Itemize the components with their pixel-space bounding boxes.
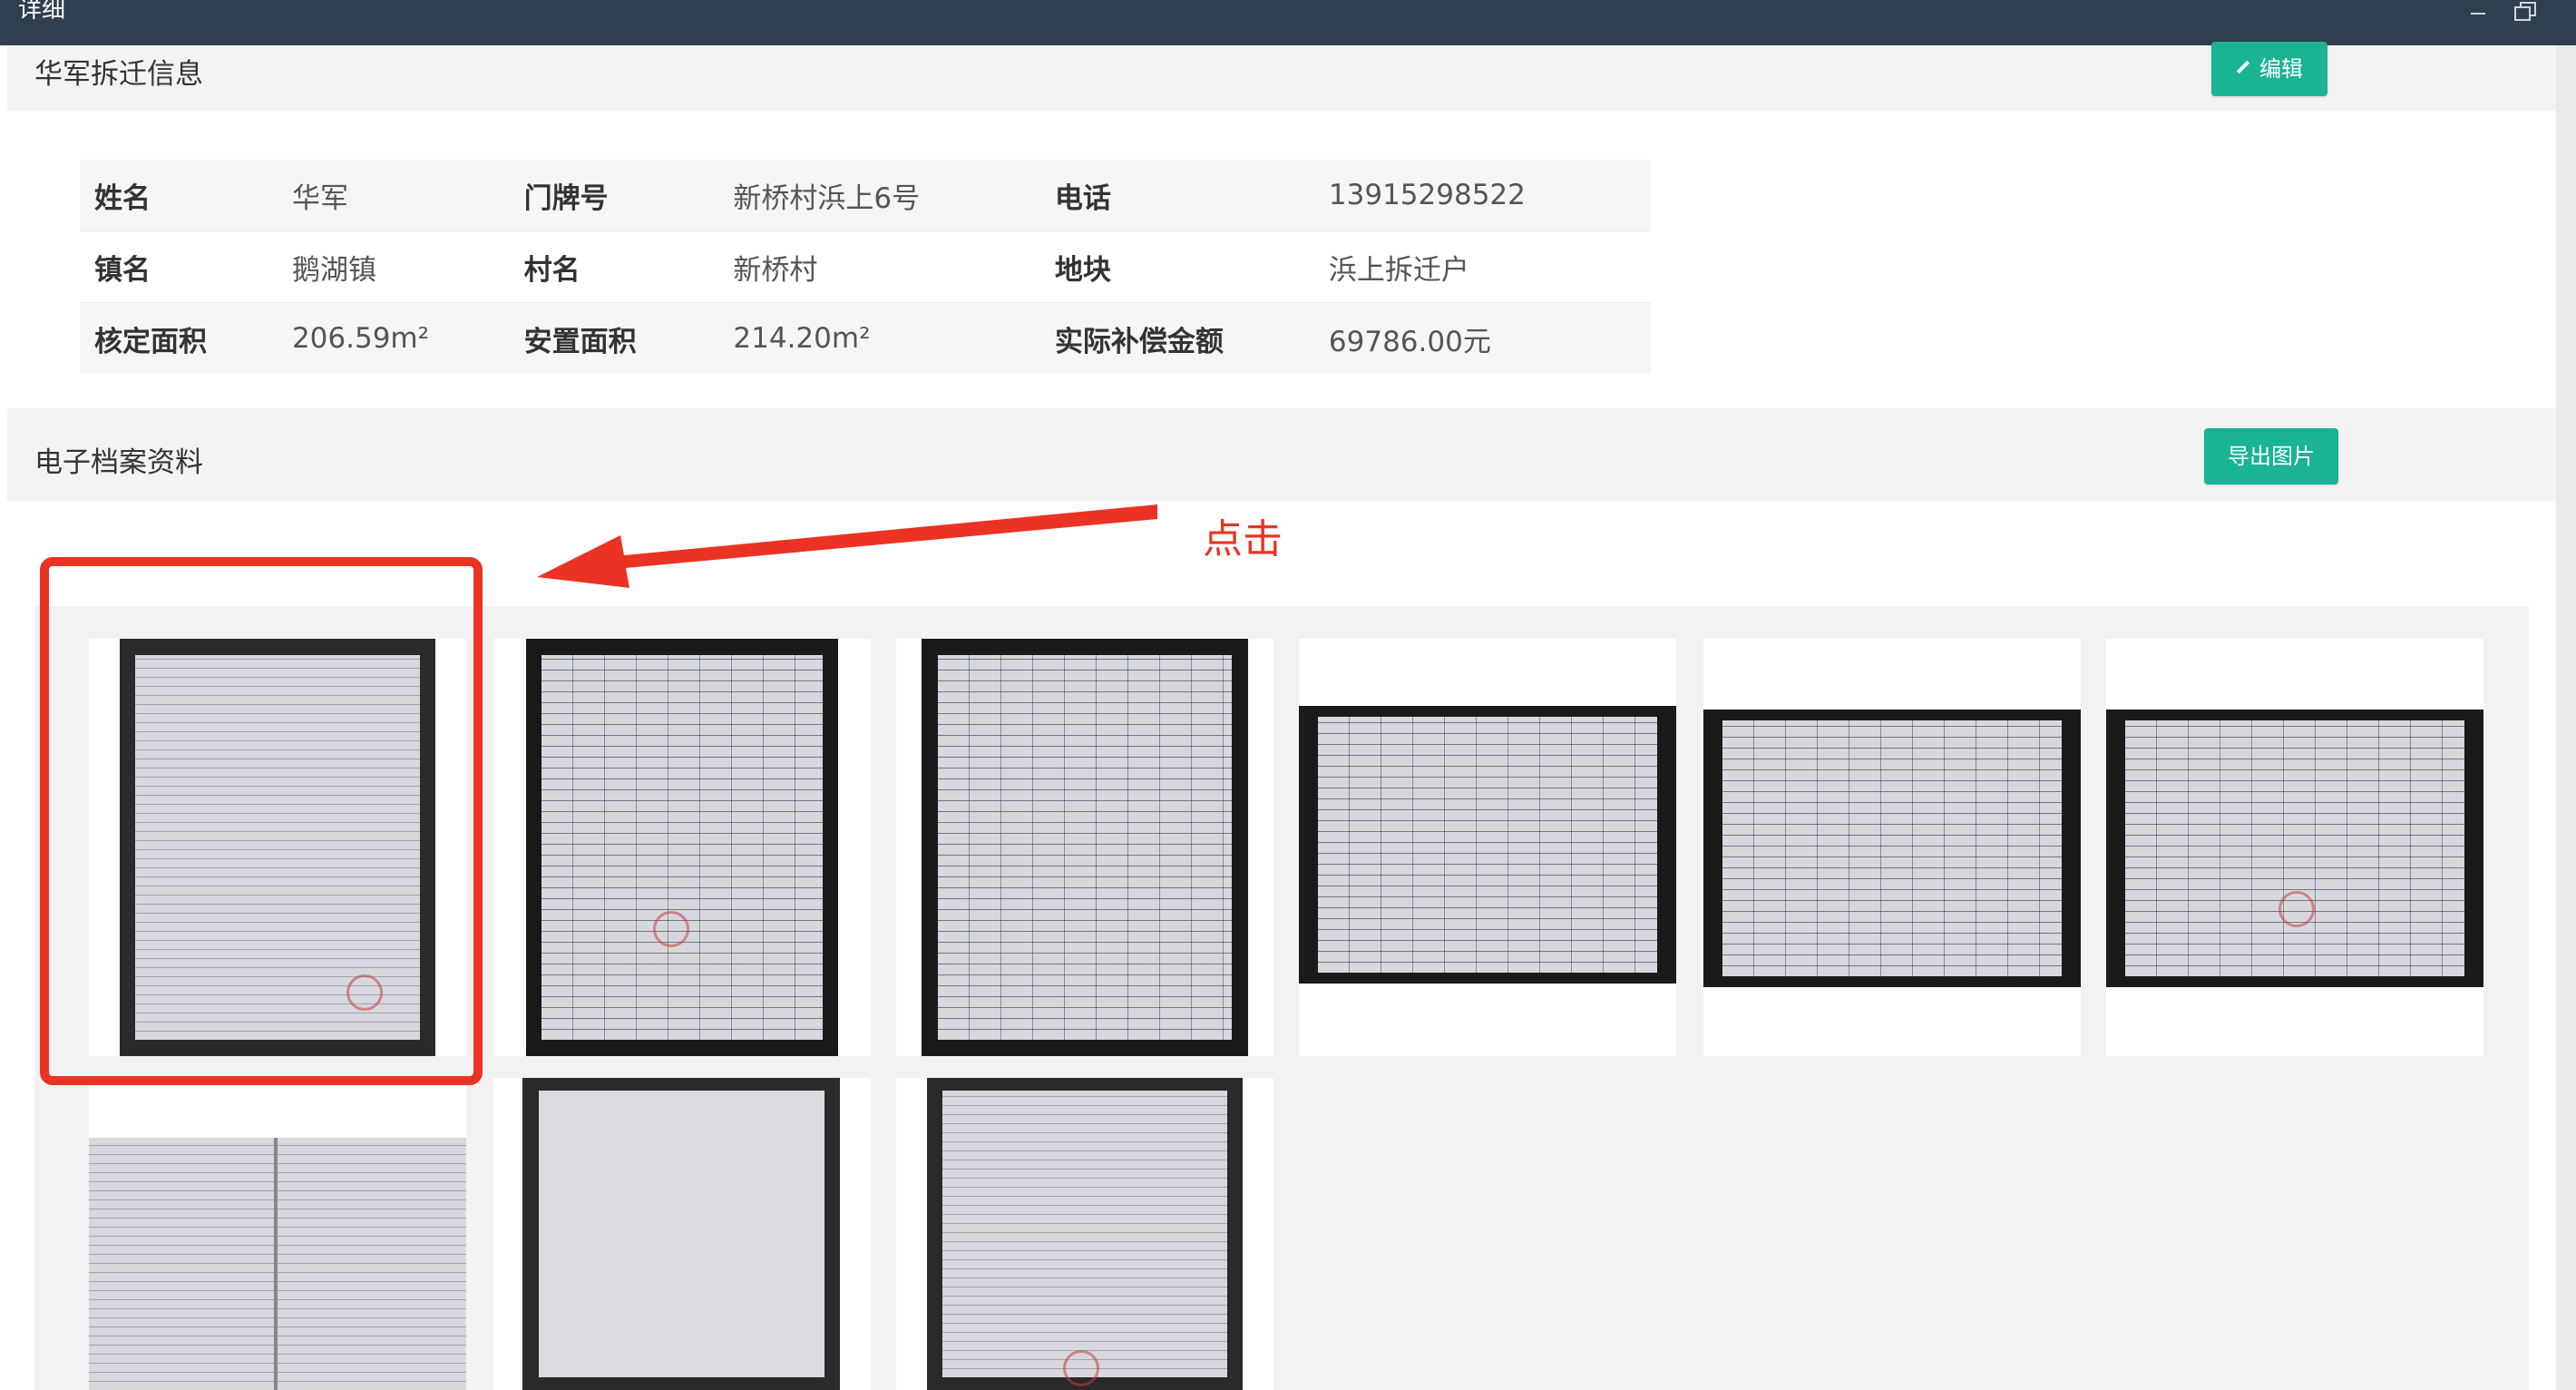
annotation-click-label: 点击 [1203,516,1283,563]
annotation-arrow [537,504,1157,588]
